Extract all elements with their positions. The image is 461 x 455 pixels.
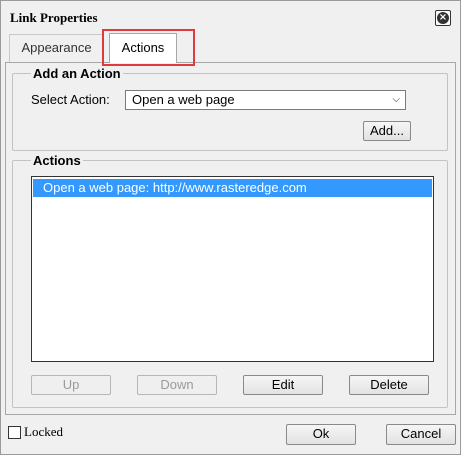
tab-appearance[interactable]: Appearance	[9, 34, 104, 62]
select-action-dropdown[interactable]: Open a web page ⌵	[125, 90, 406, 110]
edit-button[interactable]: Edit	[243, 375, 323, 395]
select-action-label: Select Action:	[31, 92, 110, 107]
link-properties-dialog: Link Properties × Appearance Actions Add…	[0, 0, 461, 455]
locked-checkbox[interactable]	[8, 425, 21, 439]
select-action-value: Open a web page	[132, 92, 235, 107]
up-button[interactable]: Up	[31, 375, 111, 395]
delete-button[interactable]: Delete	[349, 375, 429, 395]
tab-actions[interactable]: Actions	[109, 33, 177, 63]
locked-checkbox-row[interactable]: Locked	[8, 424, 63, 440]
down-button[interactable]: Down	[137, 375, 217, 395]
locked-label: Locked	[24, 424, 63, 439]
ok-button[interactable]: Ok	[286, 424, 356, 445]
list-item[interactable]: Open a web page: http://www.rasteredge.c…	[33, 179, 432, 197]
add-button[interactable]: Add...	[363, 121, 411, 141]
chevron-down-icon: ⌵	[392, 94, 400, 105]
title-bar: Link Properties ×	[1, 1, 460, 33]
close-icon: ×	[437, 12, 449, 24]
dialog-title: Link Properties	[10, 10, 98, 25]
actions-list[interactable]: Open a web page: http://www.rasteredge.c…	[31, 176, 434, 362]
close-button[interactable]: ×	[435, 10, 451, 26]
cancel-button[interactable]: Cancel	[386, 424, 456, 445]
actions-group-label: Actions	[31, 153, 83, 168]
add-action-group-label: Add an Action	[31, 66, 123, 81]
